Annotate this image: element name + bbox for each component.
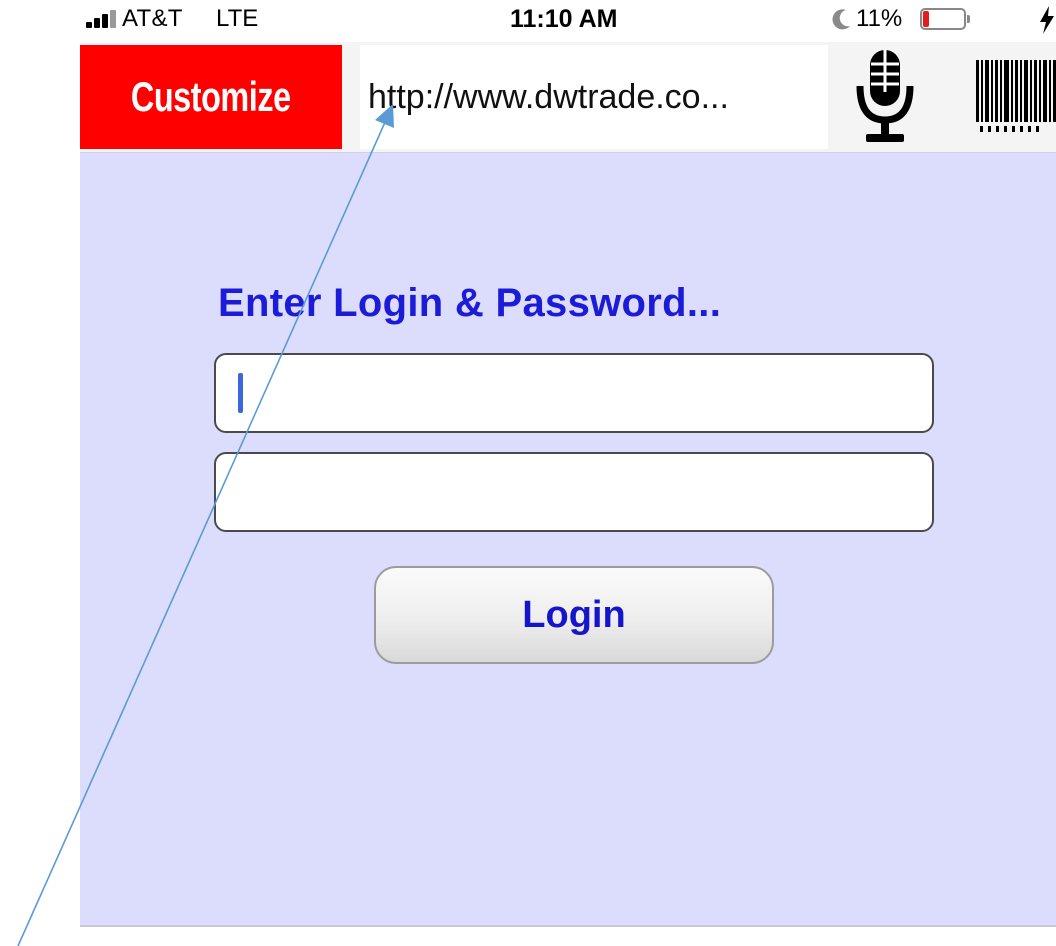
password-field[interactable] xyxy=(214,452,934,532)
login-heading: Enter Login & Password... xyxy=(218,281,722,325)
customize-button[interactable]: Customize xyxy=(80,45,342,149)
network-type: LTE xyxy=(216,5,259,32)
charging-bolt-icon xyxy=(1040,6,1054,34)
battery-level-fill xyxy=(923,11,929,27)
url-field[interactable] xyxy=(360,45,828,149)
phone-screen: AT&T LTE 11:10 AM 11% Customize http://w… xyxy=(0,0,1056,946)
customize-label: Customize xyxy=(131,72,291,120)
microphone-button[interactable] xyxy=(850,42,920,152)
battery-icon xyxy=(920,8,974,32)
login-panel: Enter Login & Password... Login xyxy=(80,153,1056,927)
barcode-icon xyxy=(976,60,1056,132)
status-bar: AT&T LTE 11:10 AM 11% xyxy=(80,0,1056,40)
login-button[interactable]: Login xyxy=(374,566,774,664)
carrier-name: AT&T xyxy=(122,5,183,32)
signal-bars-icon xyxy=(86,10,120,28)
status-time: 11:10 AM xyxy=(510,5,618,33)
battery-percent: 11% xyxy=(856,5,903,32)
microphone-icon xyxy=(856,50,914,142)
text-cursor xyxy=(238,373,243,413)
barcode-scan-button[interactable] xyxy=(976,60,1056,134)
username-field[interactable] xyxy=(214,353,934,433)
app-toolbar: Customize xyxy=(80,42,1056,152)
moon-icon xyxy=(832,9,850,30)
